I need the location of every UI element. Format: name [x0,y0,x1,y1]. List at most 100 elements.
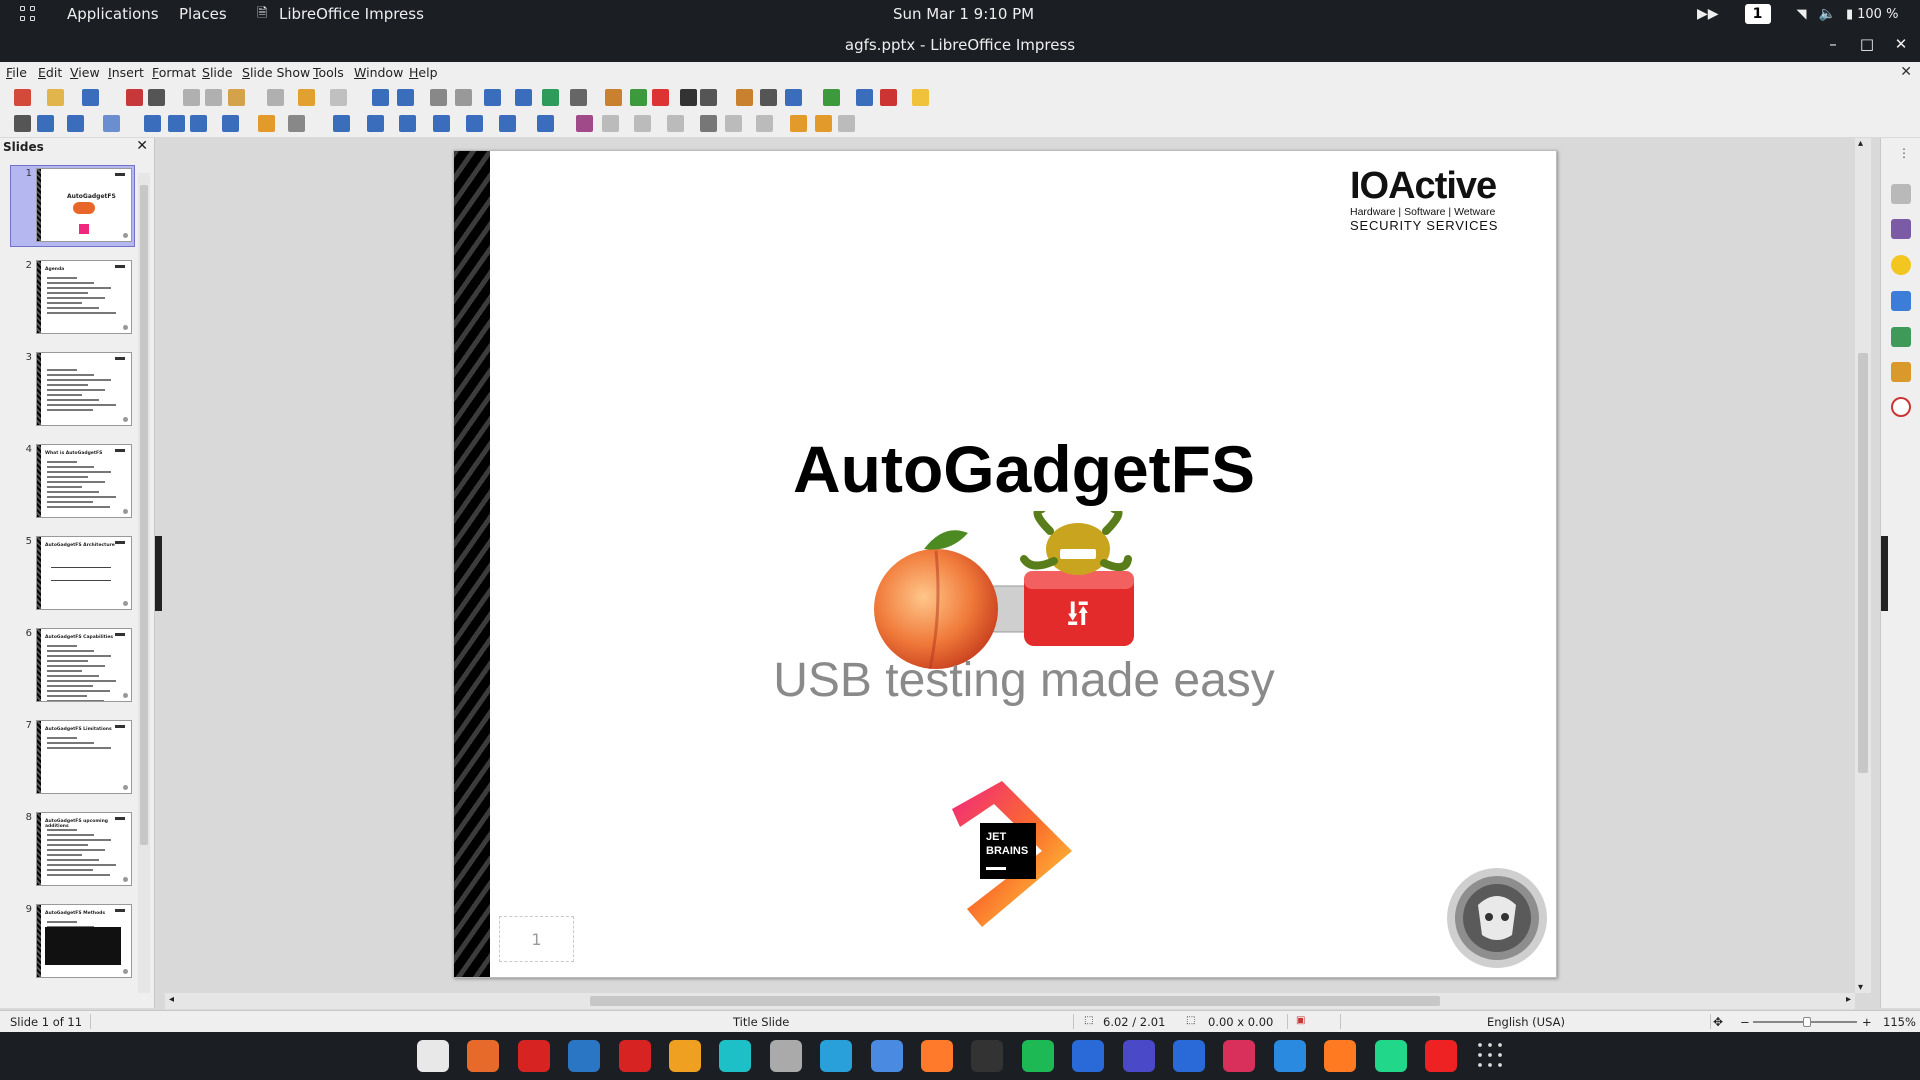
scroll-left-icon[interactable]: ◂ [169,994,174,1005]
database-icon[interactable] [769,1040,802,1072]
text-box-icon[interactable] [680,89,697,106]
kde-icon[interactable] [568,1040,601,1072]
impress-icon[interactable] [1324,1040,1357,1072]
screencast-icon[interactable]: ▶▶ [1697,6,1719,22]
sidebar-collapse-handle[interactable] [1881,536,1888,611]
fill-color-icon[interactable] [103,115,120,132]
properties-wrench-icon[interactable] [1891,184,1911,204]
paste-icon[interactable] [228,89,245,106]
stars-icon[interactable] [499,115,516,132]
slide-thumbnail[interactable]: AutoGadgetFS upcoming additions [36,812,132,886]
activities-grid-icon[interactable] [20,6,38,22]
slide-thumbnail[interactable]: AutoGadgetFS Architecture [36,536,132,610]
align-icon[interactable] [602,115,619,132]
sidebar-menu-icon[interactable]: ⋮ [1898,146,1910,160]
copy-icon[interactable] [205,89,222,106]
slide-transition-icon[interactable] [1891,219,1911,239]
jetbrains-logo[interactable]: JET BRAINS [942,779,1082,929]
zoom-out-icon[interactable]: − [1740,1015,1750,1029]
hyperlink-icon[interactable] [760,89,777,106]
table-icon[interactable] [570,89,587,106]
3d-objects-icon[interactable] [537,115,554,132]
save-icon[interactable] [82,89,99,106]
show-draw-functions-icon[interactable] [785,89,802,106]
minimize-button[interactable]: – [1823,34,1843,54]
zoom-slider[interactable] [1753,1017,1857,1027]
display-views-icon[interactable] [455,89,472,106]
app-grid-icon[interactable] [1475,1040,1508,1072]
slide-layout-icon[interactable] [912,89,929,106]
print-icon[interactable] [148,89,165,106]
menu-slide-show[interactable]: Slide Show [242,65,310,80]
menu-file[interactable]: File [6,65,27,80]
slides-pane-scroll-thumb[interactable] [140,185,148,845]
menu-insert[interactable]: Insert [108,65,144,80]
slides-pane-collapse-handle[interactable] [155,536,162,611]
zoom-level[interactable]: 115% [1883,1015,1916,1029]
zoom-slider-knob[interactable] [1803,1017,1812,1027]
slide-thumbnail[interactable]: AutoGadgetFS Limitations [36,720,132,794]
slide-thumbnail[interactable]: Agenda [36,260,132,334]
close-window-button[interactable]: ✕ [1891,34,1911,54]
rectangle-icon[interactable] [168,115,185,132]
start-first-slide-icon[interactable] [515,89,532,106]
volume-icon[interactable]: 🔈 [1819,6,1836,22]
slides-pane-close-icon[interactable]: ✕ [136,138,148,154]
filter-icon[interactable] [756,115,773,132]
firefox-icon[interactable] [467,1040,500,1072]
new-document-icon[interactable] [14,89,31,106]
menu-view[interactable]: View [70,65,100,80]
scroll-up-icon[interactable]: ▴ [1858,138,1863,149]
menu-help[interactable]: Help [409,65,438,80]
download-icon[interactable] [1273,1040,1306,1072]
menu-tools[interactable]: Tools [313,65,344,80]
spotify-icon[interactable] [1021,1040,1054,1072]
slide-thumbnail[interactable] [36,352,132,426]
gallery-icon[interactable] [1891,362,1911,382]
code-icon[interactable] [618,1040,651,1072]
chart-icon[interactable] [652,89,669,106]
clone-formatting-icon[interactable] [267,89,284,106]
menu-edit[interactable]: Edit [38,65,62,80]
spelling-icon[interactable] [397,89,414,106]
crop-icon[interactable] [725,115,742,132]
animation-star-icon[interactable] [1891,255,1911,275]
flowchart-icon[interactable] [433,115,450,132]
start-current-slide-icon[interactable] [542,89,559,106]
scroll-down-icon[interactable]: ▾ [1858,982,1863,993]
navigator-compass-icon[interactable] [1891,397,1911,417]
image-icon[interactable] [605,89,622,106]
vertical-scrollbar[interactable]: ▴ ▾ [1855,138,1871,993]
zoom-pan-icon[interactable] [37,115,54,132]
export-pdf-icon[interactable] [126,89,143,106]
new-slide-icon[interactable] [823,89,840,106]
slide-thumbnail[interactable]: AutoGadgetFS [36,168,132,242]
slide-thumbnail[interactable]: AutoGadgetFS Methods [36,904,132,978]
menu-slide[interactable]: Slide [202,65,233,80]
master-slides-icon[interactable] [1891,291,1911,311]
symbol-shapes-icon[interactable] [367,115,384,132]
peach-usb-illustration[interactable]: ⭿ [864,511,1144,676]
battery-icon[interactable]: ▮ [1846,7,1853,22]
slide-thumbnail[interactable]: AutoGadgetFS Capabilities [36,628,132,702]
slide-canvas[interactable]: IOActive Hardware | Software | Wetware S… [453,150,1557,978]
teamviewer-icon[interactable] [1173,1040,1205,1072]
line-color-icon[interactable] [67,115,84,132]
callouts-icon[interactable] [466,115,483,132]
redo-icon[interactable] [330,89,347,106]
flag-icon[interactable] [1425,1040,1457,1072]
obs-icon[interactable] [971,1040,1004,1072]
workspace-indicator[interactable]: 1 [1744,4,1771,24]
connectors-icon[interactable] [288,115,305,132]
ellipse-icon[interactable] [190,115,207,132]
toggle-point-edit-icon[interactable] [790,115,807,132]
pycharm-icon[interactable] [1374,1040,1407,1072]
master-slide-icon[interactable] [484,89,501,106]
virtualbox-icon[interactable] [1122,1040,1155,1072]
curves-icon[interactable] [258,115,275,132]
slide-layout-name[interactable]: Title Slide [733,1015,789,1029]
ioactive-logo[interactable]: IOActive Hardware | Software | Wetware S… [1350,165,1498,233]
cut-icon[interactable] [183,89,200,106]
language-status[interactable]: English (USA) [1487,1015,1565,1029]
rotate-icon[interactable] [576,115,593,132]
